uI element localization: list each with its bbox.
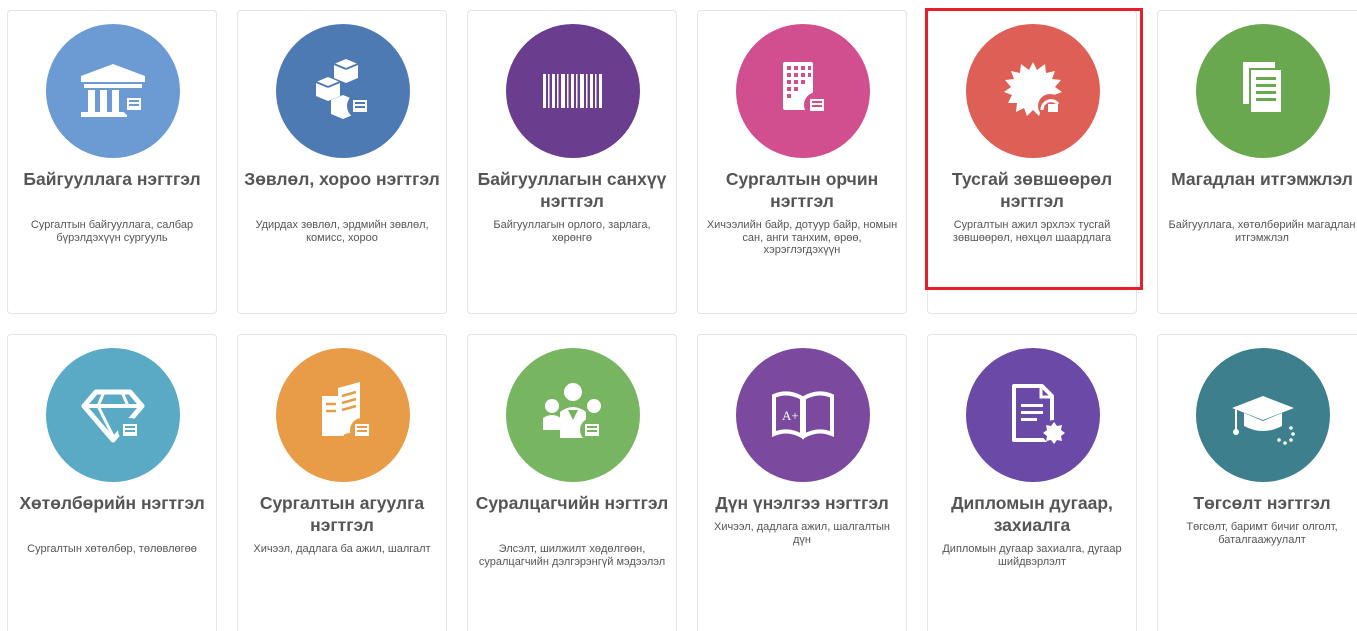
card-description: Хичээл, дадлага ажил, шалгалтын дүн	[714, 521, 890, 546]
card-description: Төгсөлт, баримт бичиг олголт, баталгаажу…	[1186, 521, 1338, 546]
card-description: Сургалтын ажил эрхлэх тусгай зөвшөөрөл, …	[952, 219, 1112, 244]
card-grades[interactable]: A+ Дүн үнэлгээ нэгтгэл Хичээл, дадлага а…	[697, 334, 907, 631]
curriculum-icon-circle	[46, 348, 180, 482]
diploma-icon-circle	[966, 348, 1100, 482]
certificate-seal-icon	[1004, 62, 1062, 118]
card-description: Элсэлт, шилжилт хөдөлгөөн, суралцагчийн …	[478, 543, 666, 568]
module-grid: Байгууллага нэгтгэл Сургалтын байгууллаг…	[0, 0, 1357, 631]
card-title: Дипломын дугаар, захиалга	[951, 493, 1113, 535]
finance-icon-circle	[506, 24, 640, 158]
graduation-icon-circle	[1196, 348, 1330, 482]
card-description: Сургалтын байгууллага, салбар бүрэлдэхүү…	[30, 219, 194, 244]
card-title: Тусгай зөвшөөрөл нэгтгэл	[951, 169, 1113, 211]
license-icon-circle	[966, 24, 1100, 158]
card-description: Удирдах зөвлөл, эрдмийн зөвлөл, комисс, …	[255, 219, 429, 244]
card-title: Байгууллагын санхүү нэгтгэл	[477, 169, 667, 211]
card-description: Байгууллагын орлого, зарлага, хөрөнгө	[493, 219, 651, 244]
content-icon-circle	[276, 348, 410, 482]
institution-building-icon	[81, 64, 147, 117]
students-group-icon	[543, 383, 604, 442]
card-students[interactable]: Суралцагчийн нэгтгэл Элсэлт, шилжилт хөд…	[467, 334, 677, 631]
document-seal-icon	[1012, 384, 1066, 444]
card-finance[interactable]: Байгууллагын санхүү нэгтгэл Байгууллагын…	[467, 10, 677, 314]
graduation-cap-icon	[1232, 396, 1295, 445]
documents-icon	[1243, 62, 1283, 114]
card-description: Сургалтын хөтөлбөр, төлөвлөгөө	[27, 543, 197, 555]
svg-text:A+: A+	[782, 408, 799, 423]
card-environment[interactable]: Сургалтын орчин нэгтгэл Хичээлийн байр, …	[697, 10, 907, 314]
card-title: Төгсөлт нэгтгэл	[1193, 493, 1331, 513]
cubes-icon	[315, 59, 373, 119]
card-content[interactable]: Сургалтын агуулга нэгтгэл Хичээл, дадлаг…	[237, 334, 447, 631]
card-title: Зөвлөл, хороо нэгтгэл	[244, 169, 440, 189]
card-graduation[interactable]: Төгсөлт нэгтгэл Төгсөлт, баримт бичиг ол…	[1157, 334, 1357, 631]
card-committee[interactable]: Зөвлөл, хороо нэгтгэл Удирдах зөвлөл, эр…	[237, 10, 447, 314]
open-book-grade-icon: A+	[772, 391, 834, 440]
card-accreditation[interactable]: Магадлан итгэмжлэл Байгууллага, хөтөлбөр…	[1157, 10, 1357, 314]
card-title: Магадлан итгэмжлэл	[1171, 169, 1353, 189]
card-title: Хөтөлбөрийн нэгтгэл	[19, 493, 205, 513]
barcode-icon	[543, 74, 602, 108]
card-diploma[interactable]: Дипломын дугаар, захиалга Дипломын дугаа…	[927, 334, 1137, 631]
card-description: Хичээл, дадлага ба ажил, шалгалт	[253, 543, 431, 555]
diamond-icon	[81, 389, 145, 443]
accreditation-icon-circle	[1196, 24, 1330, 158]
students-icon-circle	[506, 348, 640, 482]
card-curriculum[interactable]: Хөтөлбөрийн нэгтгэл Сургалтын хөтөлбөр, …	[7, 334, 217, 631]
card-organization[interactable]: Байгууллага нэгтгэл Сургалтын байгууллаг…	[7, 10, 217, 314]
card-title: Сургалтын агуулга нэгтгэл	[259, 493, 425, 535]
card-description: Байгууллага, хөтөлбөрийн магадлан итгэмж…	[1168, 219, 1356, 244]
card-license[interactable]: Тусгай зөвшөөрөл нэгтгэл Сургалтын ажил …	[927, 10, 1137, 314]
grades-icon-circle: A+	[736, 348, 870, 482]
committee-icon-circle	[276, 24, 410, 158]
card-description: Хичээлийн байр, дотуур байр, номын сан, …	[706, 219, 898, 256]
book-content-icon	[322, 382, 374, 442]
card-description: Дипломын дугаар захиалга, дугаар шийдвэр…	[942, 543, 1122, 568]
environment-icon-circle	[736, 24, 870, 158]
organization-icon-circle	[46, 24, 180, 158]
card-title: Сургалтын орчин нэгтгэл	[725, 169, 879, 211]
card-title: Байгууллага нэгтгэл	[23, 169, 201, 189]
card-title: Дүн үнэлгээ нэгтгэл	[715, 493, 889, 513]
card-title: Суралцагчийн нэгтгэл	[475, 493, 669, 513]
building-grid-icon	[783, 62, 830, 118]
